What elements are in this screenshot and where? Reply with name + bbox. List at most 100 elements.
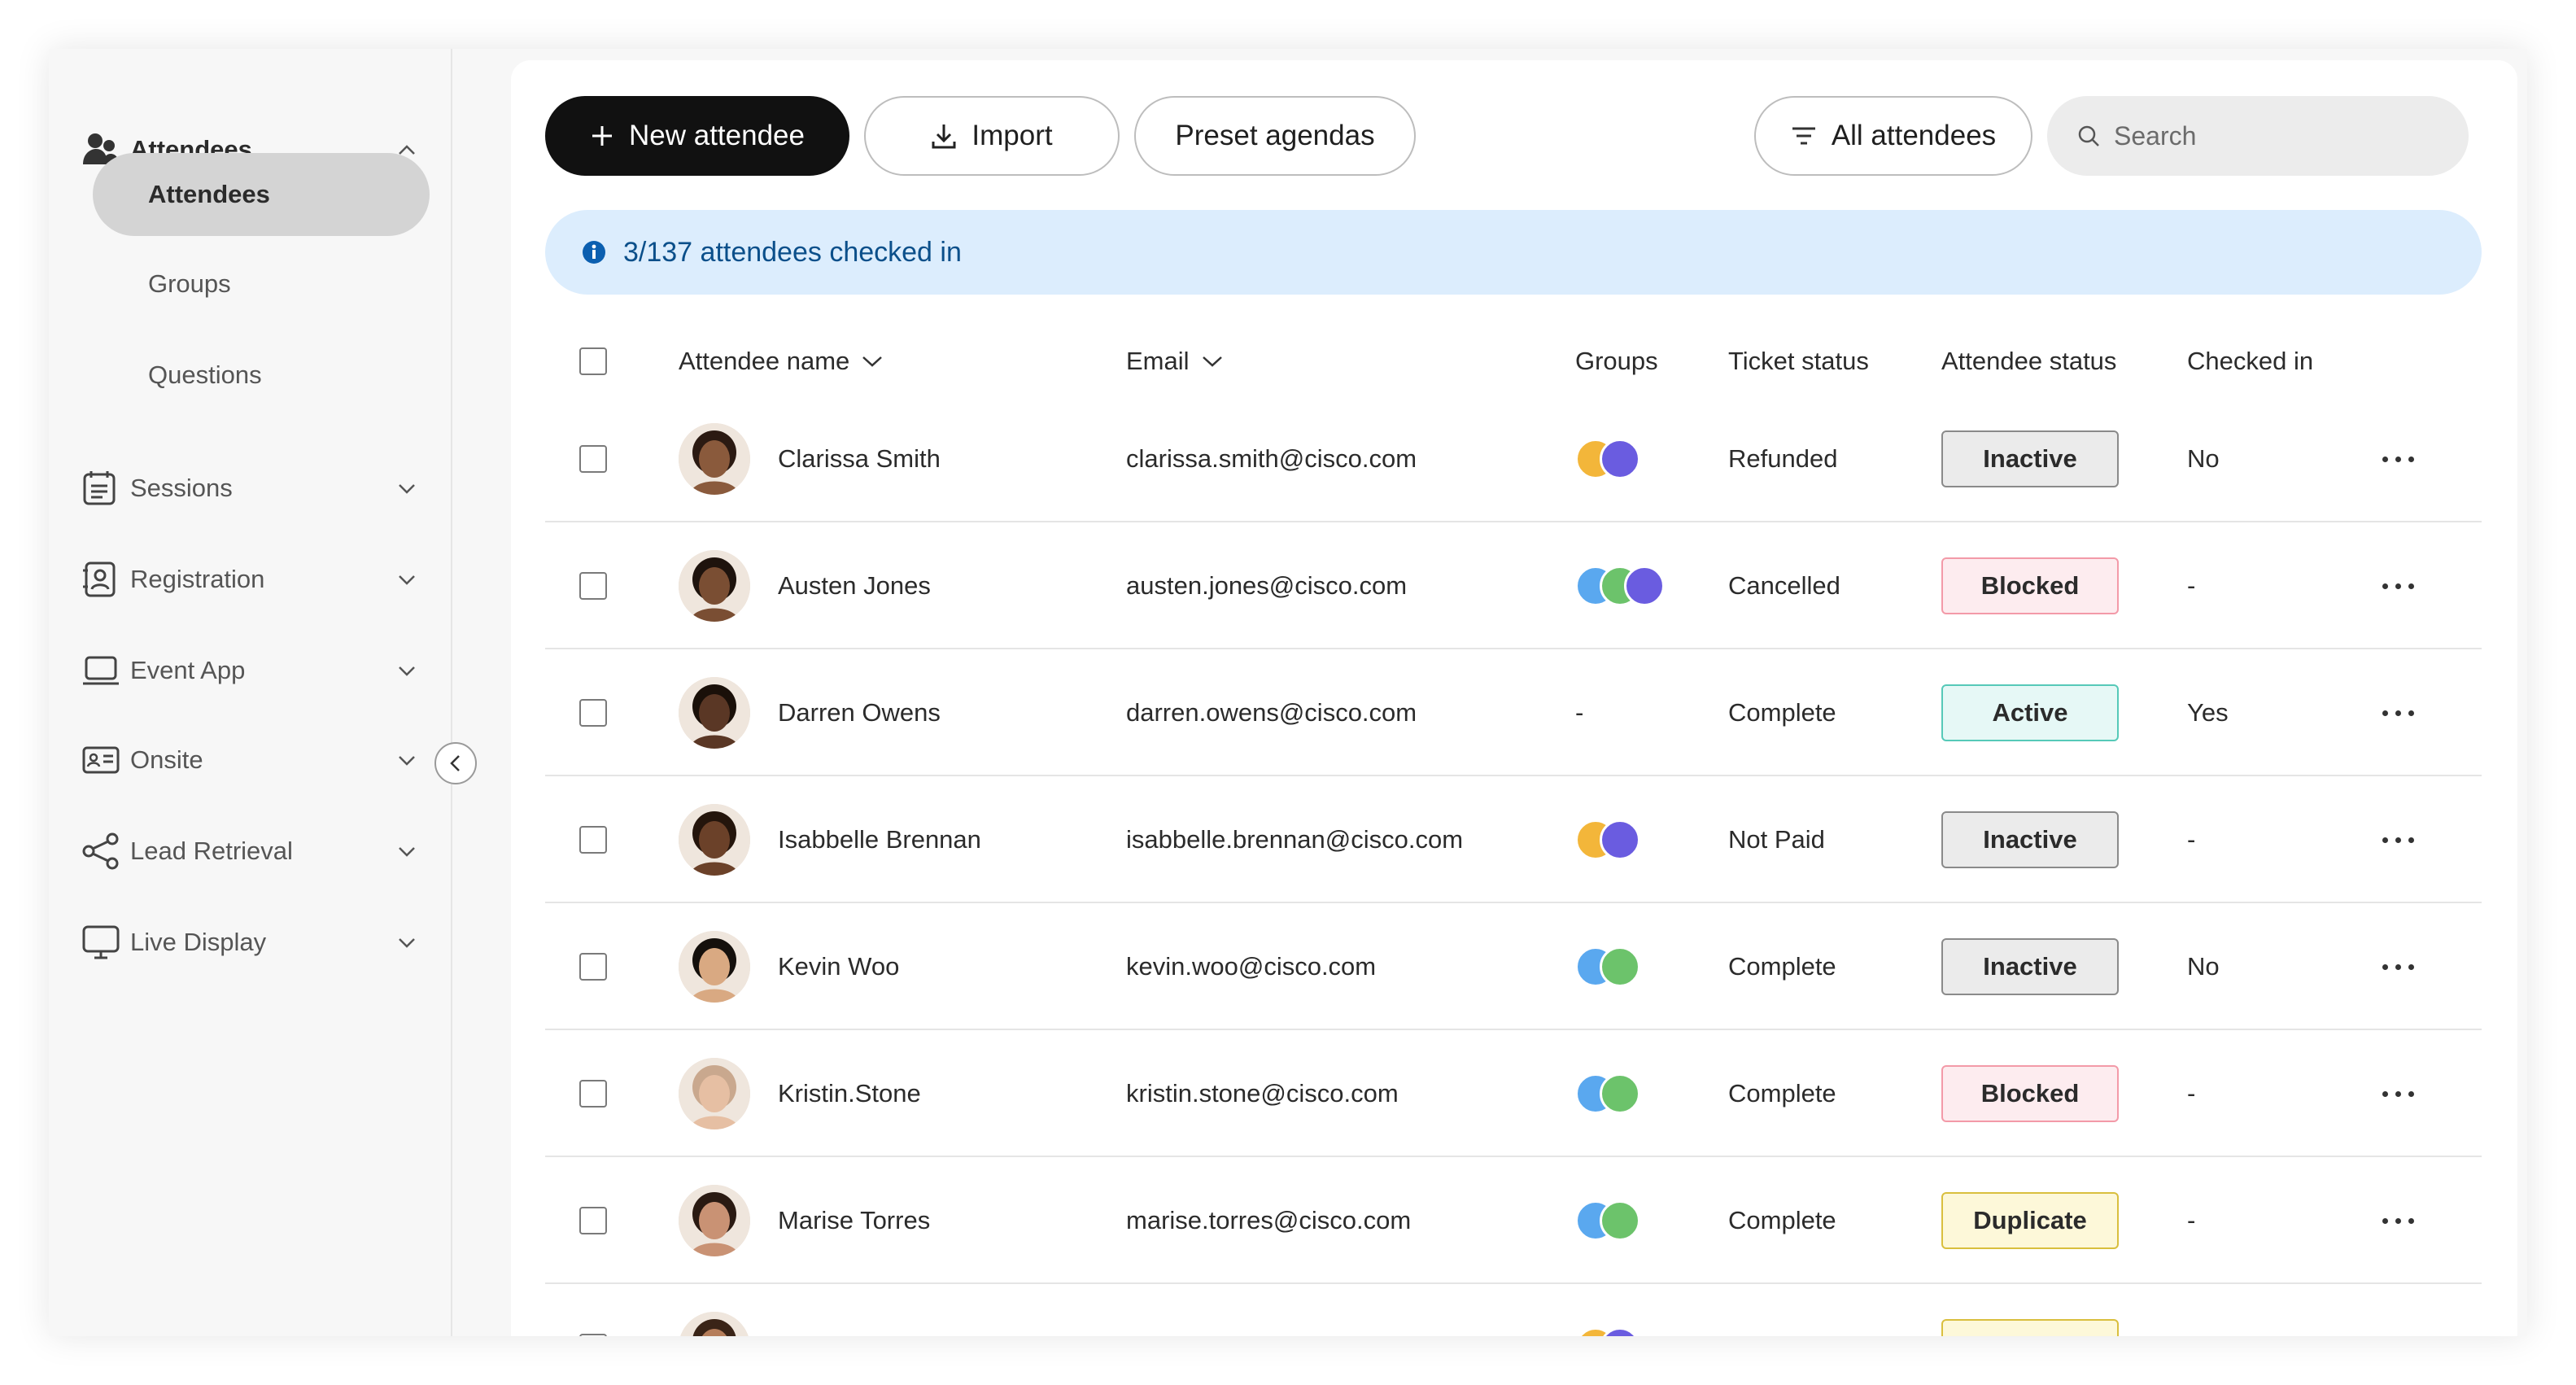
- table-row[interactable]: Clarissa Smith clarissa.smith@cisco.com Re…: [545, 395, 2482, 522]
- group-indicators: [1575, 566, 1665, 606]
- group-dot: [1624, 566, 1665, 606]
- column-header-label: Ticket status: [1728, 347, 1869, 375]
- info-icon: [583, 241, 605, 264]
- attendee-email: clarissa.smith@cisco.com: [1126, 444, 1417, 473]
- attendee-name[interactable]: Clarissa Smith: [778, 444, 941, 474]
- sidebar-item-sessions[interactable]: Sessions: [81, 462, 423, 514]
- checkin-info-banner: 3/137 attendees checked in: [545, 210, 2482, 295]
- row-checkbox[interactable]: [579, 699, 607, 727]
- group-indicators: [1575, 439, 1640, 479]
- column-header-label: Email: [1126, 347, 1190, 375]
- ticket-status: Not Paid: [1728, 825, 1825, 854]
- filter-all-attendees-button[interactable]: All attendees: [1754, 96, 2032, 176]
- row-checkbox[interactable]: [579, 826, 607, 854]
- row-checkbox[interactable]: [579, 445, 607, 473]
- ticket-status: Refunded: [1728, 444, 1838, 473]
- table-row[interactable]: Austen Jones austen.jones@cisco.com Cancel…: [545, 522, 2482, 649]
- avatar: [679, 931, 750, 1003]
- more-options-icon[interactable]: [2382, 456, 2414, 462]
- more-options-icon[interactable]: [2382, 1217, 2414, 1224]
- sidebar-item-lead-retrieval[interactable]: Lead Retrieval: [81, 825, 423, 877]
- attendee-name[interactable]: Austen Jones: [778, 571, 931, 601]
- sidebar-subitem-questions[interactable]: Questions: [93, 334, 430, 417]
- more-options-icon[interactable]: [2382, 963, 2414, 970]
- registration-icon: [81, 560, 130, 599]
- table-row[interactable]: Kevin Woo kevin.woo@cisco.com Complete Inac…: [545, 903, 2482, 1030]
- button-label: Preset agendas: [1175, 120, 1375, 151]
- plus-icon: [592, 126, 612, 146]
- checked-in-value: -: [2187, 1333, 2195, 1336]
- status-badge: Duplicate: [1941, 1192, 2119, 1249]
- column-header-ticket-status: Ticket status: [1728, 329, 1869, 394]
- sidebar-subitem-groups[interactable]: Groups: [93, 242, 430, 325]
- chevron-down-icon[interactable]: [391, 563, 423, 596]
- attendee-name[interactable]: Kristin.Stone: [778, 1079, 921, 1108]
- status-badge: Inactive: [1941, 811, 2119, 868]
- checked-in-value: -: [2187, 571, 2196, 600]
- row-checkbox[interactable]: [579, 572, 607, 600]
- laptop-icon: [81, 651, 130, 690]
- collapse-sidebar-button[interactable]: [434, 742, 477, 784]
- group-indicators: [1575, 1200, 1640, 1241]
- column-header-name[interactable]: Attendee name: [679, 329, 884, 394]
- ticket-status: Complete: [1728, 1333, 1836, 1336]
- chevron-down-icon[interactable]: [391, 926, 423, 959]
- table-row[interactable]: Kristin.Stone kristin.stone@cisco.com Comp…: [545, 1030, 2482, 1157]
- select-all-checkbox[interactable]: [579, 347, 607, 375]
- status-badge: Duplicate: [1941, 1319, 2119, 1336]
- more-options-icon[interactable]: [2382, 710, 2414, 716]
- group-dot: [1600, 1200, 1640, 1241]
- row-checkbox[interactable]: [579, 1334, 607, 1336]
- search-field[interactable]: [2047, 96, 2469, 176]
- row-checkbox[interactable]: [579, 1207, 607, 1234]
- attendee-email: matthew.baker@cisco.com: [1126, 1333, 1428, 1336]
- checked-in-value: -: [2187, 1079, 2196, 1108]
- attendee-name[interactable]: Matthew Baker: [778, 1333, 946, 1336]
- chevron-left-icon: [450, 755, 460, 771]
- chevron-down-icon[interactable]: [391, 472, 423, 505]
- attendee-name[interactable]: Kevin Woo: [778, 952, 899, 981]
- column-header-label: Groups: [1575, 347, 1658, 375]
- button-label: New attendee: [629, 120, 805, 151]
- sidebar-item-live-display[interactable]: Live Display: [81, 916, 423, 968]
- search-input[interactable]: [2114, 120, 2439, 151]
- attendee-name[interactable]: Isabbelle Brennan: [778, 825, 981, 854]
- row-checkbox[interactable]: [579, 953, 607, 981]
- sidebar-item-label: Sessions: [130, 474, 233, 502]
- sidebar-item-event-app[interactable]: Event App: [81, 644, 423, 697]
- import-button[interactable]: Import: [864, 96, 1120, 176]
- column-header-attendee-status: Attendee status: [1941, 329, 2116, 394]
- sort-chevron-icon: [862, 356, 883, 367]
- chevron-down-icon[interactable]: [391, 654, 423, 687]
- column-header-label: Attendee name: [679, 347, 850, 375]
- button-label: Import: [971, 120, 1053, 151]
- button-label: All attendees: [1831, 120, 1997, 151]
- table-row[interactable]: Marise Torres marise.torres@cisco.com Comp…: [545, 1157, 2482, 1284]
- chevron-down-icon[interactable]: [391, 835, 423, 867]
- sidebar-item-label: Live Display: [130, 928, 267, 956]
- status-badge: Blocked: [1941, 557, 2119, 614]
- row-checkbox[interactable]: [579, 1080, 607, 1108]
- sidebar: Attendees Attendees Groups Questions Ses…: [49, 49, 452, 1336]
- new-attendee-button[interactable]: New attendee: [545, 96, 849, 176]
- attendee-name[interactable]: Darren Owens: [778, 698, 941, 727]
- more-options-icon[interactable]: [2382, 837, 2414, 843]
- group-indicators: [1575, 819, 1640, 860]
- more-options-icon[interactable]: [2382, 583, 2414, 589]
- sidebar-subitem-attendees[interactable]: Attendees: [93, 153, 430, 236]
- toolbar: New attendee Import Preset agendas All a…: [511, 60, 2517, 190]
- attendee-email: isabbelle.brennan@cisco.com: [1126, 825, 1464, 854]
- column-header-email[interactable]: Email: [1126, 329, 1224, 394]
- table-row[interactable]: Isabbelle Brennan isabbelle.brennan@cisco…: [545, 776, 2482, 903]
- table-row[interactable]: Darren Owens darren.owens@cisco.com - Compl…: [545, 649, 2482, 776]
- column-header-groups: Groups: [1575, 329, 1658, 394]
- avatar: [679, 1058, 750, 1129]
- sidebar-item-registration[interactable]: Registration: [81, 553, 423, 605]
- table-row[interactable]: Matthew Baker matthew.baker@cisco.com Comp…: [545, 1284, 2482, 1336]
- attendee-name[interactable]: Marise Torres: [778, 1206, 930, 1235]
- sidebar-item-onsite[interactable]: Onsite: [81, 734, 423, 786]
- group-indicators: -: [1575, 698, 1583, 727]
- preset-agendas-button[interactable]: Preset agendas: [1134, 96, 1416, 176]
- more-options-icon[interactable]: [2382, 1090, 2414, 1097]
- chevron-down-icon[interactable]: [391, 744, 423, 776]
